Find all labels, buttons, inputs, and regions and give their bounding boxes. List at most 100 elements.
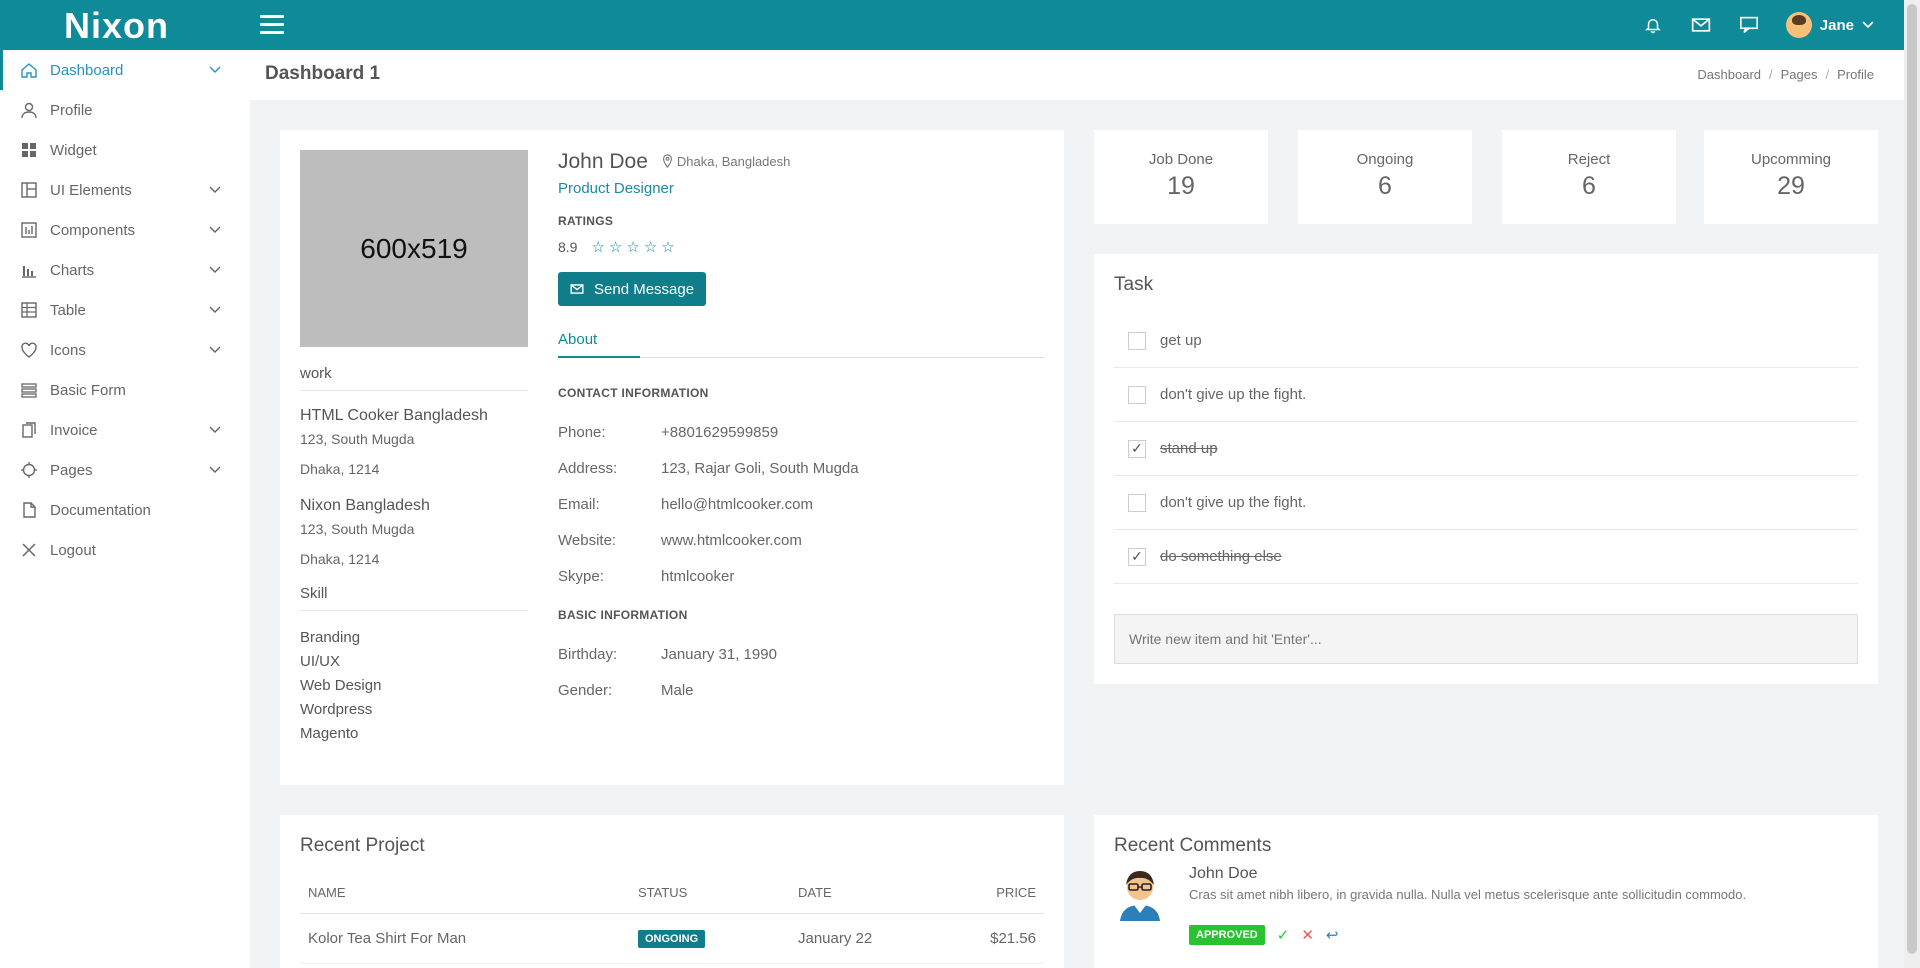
task-item[interactable]: ✓ do something else [1114, 530, 1858, 584]
contact-value: htmlcooker [661, 567, 735, 585]
page-header: Dashboard 1 Dashboard / Pages / Profile [250, 50, 1904, 100]
task-checkbox[interactable] [1128, 331, 1146, 350]
crosshair-icon [20, 461, 38, 479]
contact-value[interactable]: www.htmlcooker.com [661, 532, 802, 549]
stat-label: Reject [1567, 151, 1611, 168]
sidebar-item-icons[interactable]: Icons [0, 330, 250, 370]
breadcrumb-item[interactable]: Dashboard [1697, 67, 1761, 82]
project-status: ONGOING [630, 913, 790, 964]
sidebar-item-invoice[interactable]: Invoice [0, 410, 250, 450]
menu-toggle-icon[interactable] [260, 15, 284, 35]
column-header: STATUS [630, 873, 790, 914]
star-icon[interactable]: ☆ [644, 238, 657, 256]
task-checkbox[interactable] [1128, 385, 1146, 404]
sidebar-item-profile[interactable]: Profile [0, 90, 250, 130]
grid-icon [20, 141, 38, 159]
sidebar-item-logout[interactable]: Logout [0, 530, 250, 570]
page-title: Dashboard 1 [265, 63, 381, 84]
task-label: get up [1160, 332, 1202, 349]
close-icon [20, 541, 38, 559]
chevron-down-icon [208, 182, 222, 196]
profile-left-column: work HTML Cooker Bangladesh 123, South M… [300, 365, 528, 749]
skill-item: UI/UX [300, 653, 341, 670]
stat-card-upcoming: Upcomming 29 [1704, 130, 1878, 224]
work-org-name: Nixon Bangladesh [300, 497, 430, 514]
status-badge: APPROVED [1189, 925, 1265, 945]
chevron-down-icon [208, 422, 222, 436]
task-checkbox[interactable] [1128, 493, 1146, 512]
breadcrumb-item[interactable]: Pages [1781, 67, 1818, 82]
basic-key: Birthday: [558, 645, 618, 663]
star-icon[interactable]: ☆ [661, 238, 674, 256]
star-icon[interactable]: ☆ [626, 238, 639, 256]
sidebar-item-label: Components [50, 221, 136, 239]
chevron-down-icon [208, 342, 222, 356]
task-item[interactable]: don't give up the fight. [1114, 368, 1858, 422]
sidebar-item-label: Logout [50, 541, 96, 559]
sidebar-item-table[interactable]: Table [0, 290, 250, 330]
chevron-down-icon [1862, 21, 1874, 29]
bell-icon[interactable] [1642, 14, 1664, 36]
approve-check-icon[interactable]: ✓ [1277, 926, 1290, 944]
task-checkbox[interactable]: ✓ [1128, 439, 1146, 458]
top-actions: Jane [1642, 0, 1874, 50]
sidebar-item-label: Pages [50, 461, 93, 479]
rating-stars[interactable]: ☆ ☆ ☆ ☆ ☆ [591, 238, 674, 256]
page-scrollbar[interactable] [1904, 0, 1920, 968]
document-icon [20, 501, 38, 519]
contact-row: Email: hello@htmlcooker.com [558, 486, 1044, 522]
tab-about[interactable]: About [558, 331, 640, 358]
sidebar-item-label: Invoice [50, 421, 98, 439]
star-icon[interactable]: ☆ [591, 238, 604, 256]
new-task-input[interactable] [1114, 614, 1858, 664]
sidebar-item-ui-elements[interactable]: UI Elements [0, 170, 250, 210]
mail-icon[interactable] [1690, 14, 1712, 36]
star-icon[interactable]: ☆ [609, 238, 622, 256]
contact-key: Address: [558, 459, 618, 477]
project-name: Kolor Tea Shirt For Man [300, 913, 630, 964]
sidebar-item-documentation[interactable]: Documentation [0, 490, 250, 530]
send-message-button[interactable]: Send Message [558, 272, 707, 306]
stat-card-reject: Reject 6 [1502, 130, 1676, 224]
work-item: HTML Cooker Bangladesh 123, South Mugda … [300, 407, 528, 477]
top-navbar: Nixon Jane [0, 0, 1904, 50]
user-menu[interactable]: Jane [1785, 12, 1874, 38]
chat-icon[interactable] [1738, 14, 1760, 36]
sidebar-item-widget[interactable]: Widget [0, 130, 250, 170]
task-label: do something else [1160, 548, 1282, 565]
profile-role[interactable]: Product Designer [558, 180, 1044, 197]
task-item[interactable]: don't give up the fight. [1114, 476, 1858, 530]
sidebar-item-basic-form[interactable]: Basic Form [0, 370, 250, 410]
task-list: get up don't give up the fight. ✓ stand up d… [1114, 314, 1858, 584]
task-item[interactable]: ✓ stand up [1114, 422, 1858, 476]
task-checkbox[interactable]: ✓ [1128, 547, 1146, 566]
sidebar: Dashboard Profile Widget UI Elements Compone… [0, 50, 250, 968]
profile-right-column: John Doe Dhaka, Bangladesh Product Desig… [558, 150, 1044, 708]
recent-project-title: Recent Project [300, 835, 425, 856]
sidebar-item-components[interactable]: Components [0, 210, 250, 250]
sidebar-item-pages[interactable]: Pages [0, 450, 250, 490]
project-price: $21.56 [960, 913, 1044, 964]
table-row[interactable]: Kolor Tea Shirt For Man ONGOING January … [300, 913, 1044, 964]
stat-label: Job Done [1148, 151, 1214, 168]
contact-value[interactable]: hello@htmlcooker.com [661, 496, 813, 513]
basic-key: Gender: [558, 681, 613, 699]
sidebar-item-label: UI Elements [50, 181, 132, 199]
work-address-line: Dhaka, 1214 [300, 461, 380, 477]
sidebar-item-dashboard[interactable]: Dashboard [0, 50, 250, 90]
task-item[interactable]: get up [1114, 314, 1858, 368]
sidebar-item-label: Widget [50, 141, 97, 159]
contact-key: Website: [558, 531, 617, 549]
basic-row: Birthday: January 31, 1990 [558, 636, 1044, 672]
stat-value: 29 [1777, 172, 1805, 200]
brand-logo[interactable]: Nixon [64, 5, 169, 47]
profile-tabs: About [558, 326, 1044, 358]
mail-icon [570, 284, 584, 294]
scrollbar-thumb[interactable] [1907, 4, 1917, 954]
work-org-name: HTML Cooker Bangladesh [300, 407, 488, 424]
reply-icon[interactable]: ↩ [1326, 926, 1339, 944]
sidebar-item-label: Table [50, 301, 86, 319]
contact-key: Phone: [558, 423, 606, 441]
reject-close-icon[interactable]: ✕ [1301, 926, 1314, 944]
sidebar-item-charts[interactable]: Charts [0, 250, 250, 290]
